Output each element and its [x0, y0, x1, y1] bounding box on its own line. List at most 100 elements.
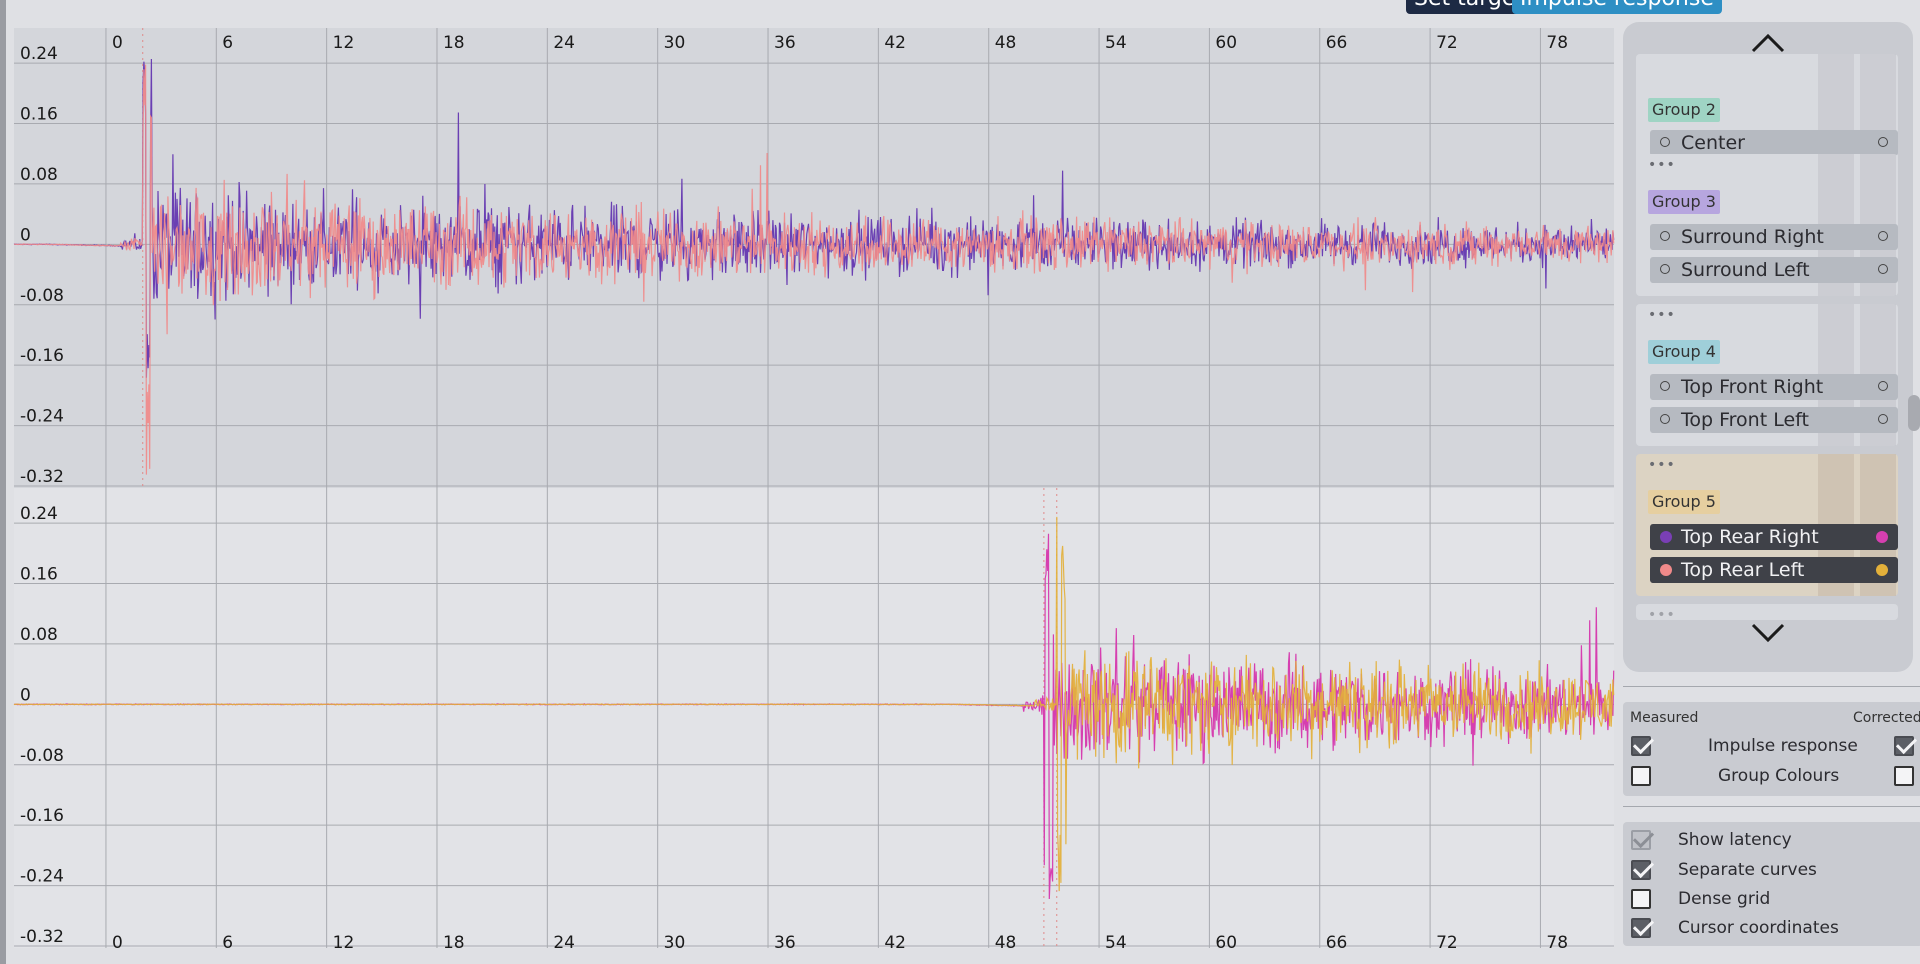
x-tick-label: 54 — [1105, 933, 1127, 953]
channel-dot-icon — [1878, 381, 1888, 391]
group-card-4[interactable]: ••• Group 4 Top Front Right Top Front Le… — [1636, 304, 1898, 446]
group-tag[interactable]: Group 4 — [1648, 340, 1720, 364]
group-tag-label: Group 5 — [1652, 492, 1716, 511]
panel-scrollbar-thumb[interactable] — [1908, 395, 1920, 431]
channel-dot-icon — [1878, 264, 1888, 274]
channel-row-center[interactable]: Center — [1650, 130, 1898, 156]
drag-handle-icon[interactable]: ••• — [1648, 308, 1676, 322]
group-card-2[interactable]: Group 2 Center — [1636, 54, 1898, 164]
x-tick-label: 72 — [1436, 933, 1458, 953]
y-tick-label: 0 — [20, 225, 31, 245]
group-card-5[interactable]: ••• Group 5 Top Rear Right Top Rear Left — [1636, 454, 1898, 596]
separate-curves-label: Separate curves — [1678, 860, 1817, 880]
x-tick-label: 18 — [443, 33, 465, 53]
x-tick-label: 24 — [553, 933, 575, 953]
x-tick-label: 42 — [884, 933, 906, 953]
channel-color-dot-icon — [1876, 564, 1888, 576]
y-tick-label: -0.08 — [20, 746, 64, 766]
y-tick-label: -0.16 — [20, 346, 64, 366]
channel-label: Surround Right — [1681, 226, 1824, 248]
cursor-coordinates-checkbox[interactable] — [1631, 918, 1651, 938]
channel-dot-icon — [1660, 414, 1670, 424]
panel-scrollbar-track[interactable] — [1910, 30, 1920, 670]
separate-curves-checkbox[interactable] — [1631, 860, 1651, 880]
x-tick-label: 36 — [774, 933, 796, 953]
group-tag[interactable]: Group 2 — [1648, 98, 1720, 122]
y-tick-label: 0.08 — [20, 165, 58, 185]
x-tick-label: 24 — [553, 33, 575, 53]
y-tick-label: -0.24 — [20, 867, 64, 887]
x-tick-label: 0 — [112, 33, 123, 53]
channel-label: Surround Left — [1681, 259, 1810, 281]
x-tick-label: 36 — [774, 33, 796, 53]
display-options-panel: Measured Corrected Impulse response Grou… — [1623, 702, 1920, 796]
dense-grid-checkbox[interactable] — [1631, 889, 1651, 909]
channel-row-top-rear-right[interactable]: Top Rear Right — [1650, 524, 1898, 550]
app-window: 0 6 12 18 24 30 36 42 48 54 60 66 72 78 0.24 0.16 0.08 0-… — [0, 0, 1920, 964]
group-tag[interactable]: Group 5 — [1648, 490, 1720, 514]
y-tick-label: 0.24 — [20, 44, 58, 64]
x-tick-label: 12 — [333, 933, 355, 953]
channel-dot-icon — [1878, 137, 1888, 147]
y-tick-label: -0.08 — [20, 286, 64, 306]
x-tick-label: 48 — [995, 33, 1017, 53]
channel-dot-icon — [1878, 231, 1888, 241]
drag-handle-icon[interactable]: ••• — [1648, 158, 1676, 172]
y-tick-label: -0.32 — [20, 927, 64, 947]
scroll-down-button[interactable] — [1623, 622, 1913, 648]
channel-row-surround-left[interactable]: Surround Left — [1650, 257, 1898, 283]
drag-handle-icon: ••• — [1648, 607, 1676, 623]
x-tick-label: 48 — [995, 933, 1017, 953]
channel-dot-icon — [1878, 414, 1888, 424]
y-tick-label: -0.16 — [20, 806, 64, 826]
x-tick-label: 18 — [443, 933, 465, 953]
x-tick-label: 54 — [1105, 33, 1127, 53]
group-colours-corrected-checkbox[interactable] — [1894, 766, 1914, 786]
measured-header: Measured — [1630, 710, 1699, 726]
y-tick-label: 0 — [20, 685, 31, 705]
tab-impulse-response[interactable]: Impulse response — [1512, 0, 1722, 14]
group-tag-label: Group 2 — [1652, 100, 1716, 119]
channel-row-top-rear-left[interactable]: Top Rear Left — [1650, 557, 1898, 583]
chart-bottom-background — [14, 488, 1614, 948]
y-tick-label: 0.08 — [20, 625, 58, 645]
x-tick-label: 6 — [222, 33, 233, 53]
group-card-3[interactable]: ••• Group 3 Surround Right Surround Left — [1636, 154, 1898, 296]
charts-svg[interactable]: 0 6 12 18 24 30 36 42 48 54 60 66 72 780.240.160.080-… — [0, 0, 1616, 964]
channel-color-dot-icon — [1660, 564, 1672, 576]
channel-label: Top Front Right — [1681, 376, 1824, 398]
group-tag[interactable]: Group 3 — [1648, 190, 1720, 214]
y-tick-label: 0.16 — [20, 565, 58, 585]
channel-groups-panel[interactable]: Group 2 Center ••• Group 3 Surround Righ… — [1623, 22, 1913, 672]
group-card-next-peek: ••• — [1636, 604, 1898, 623]
x-tick-label: 6 — [222, 933, 233, 953]
show-latency-checkbox[interactable] — [1631, 830, 1651, 850]
channel-row-surround-right[interactable]: Surround Right — [1650, 224, 1898, 250]
x-tick-label: 60 — [1215, 933, 1237, 953]
y-tick-label: -0.24 — [20, 407, 64, 427]
impulse-response-corrected-checkbox[interactable] — [1894, 736, 1914, 756]
x-tick-label: 30 — [664, 33, 686, 53]
drag-handle-icon[interactable]: ••• — [1648, 458, 1676, 472]
group-tag-label: Group 3 — [1652, 192, 1716, 211]
channel-label: Top Rear Right — [1681, 526, 1819, 548]
dense-grid-label: Dense grid — [1678, 889, 1771, 909]
x-tick-label: 66 — [1326, 33, 1348, 53]
channel-row-top-front-right[interactable]: Top Front Right — [1650, 374, 1898, 400]
x-tick-label: 78 — [1546, 933, 1568, 953]
group-colours-measured-checkbox[interactable] — [1631, 766, 1651, 786]
cursor-coordinates-label: Cursor coordinates — [1678, 918, 1839, 938]
impulse-response-charts[interactable]: 0 6 12 18 24 30 36 42 48 54 60 66 72 78 0.24 0.16 0.08 0-… — [0, 0, 1616, 964]
channel-row-top-front-left[interactable]: Top Front Left — [1650, 407, 1898, 433]
impulse-response-measured-checkbox[interactable] — [1631, 736, 1651, 756]
x-tick-label: 78 — [1546, 33, 1568, 53]
x-tick-label: 0 — [112, 933, 123, 953]
channel-label: Top Front Left — [1681, 409, 1809, 431]
divider — [1623, 806, 1920, 807]
group-tag-label: Group 4 — [1652, 342, 1716, 361]
channel-label: Center — [1681, 132, 1745, 154]
x-tick-label: 42 — [884, 33, 906, 53]
divider — [1623, 686, 1920, 687]
y-tick-label: 0.24 — [20, 504, 58, 524]
channel-label: Top Rear Left — [1681, 559, 1805, 581]
